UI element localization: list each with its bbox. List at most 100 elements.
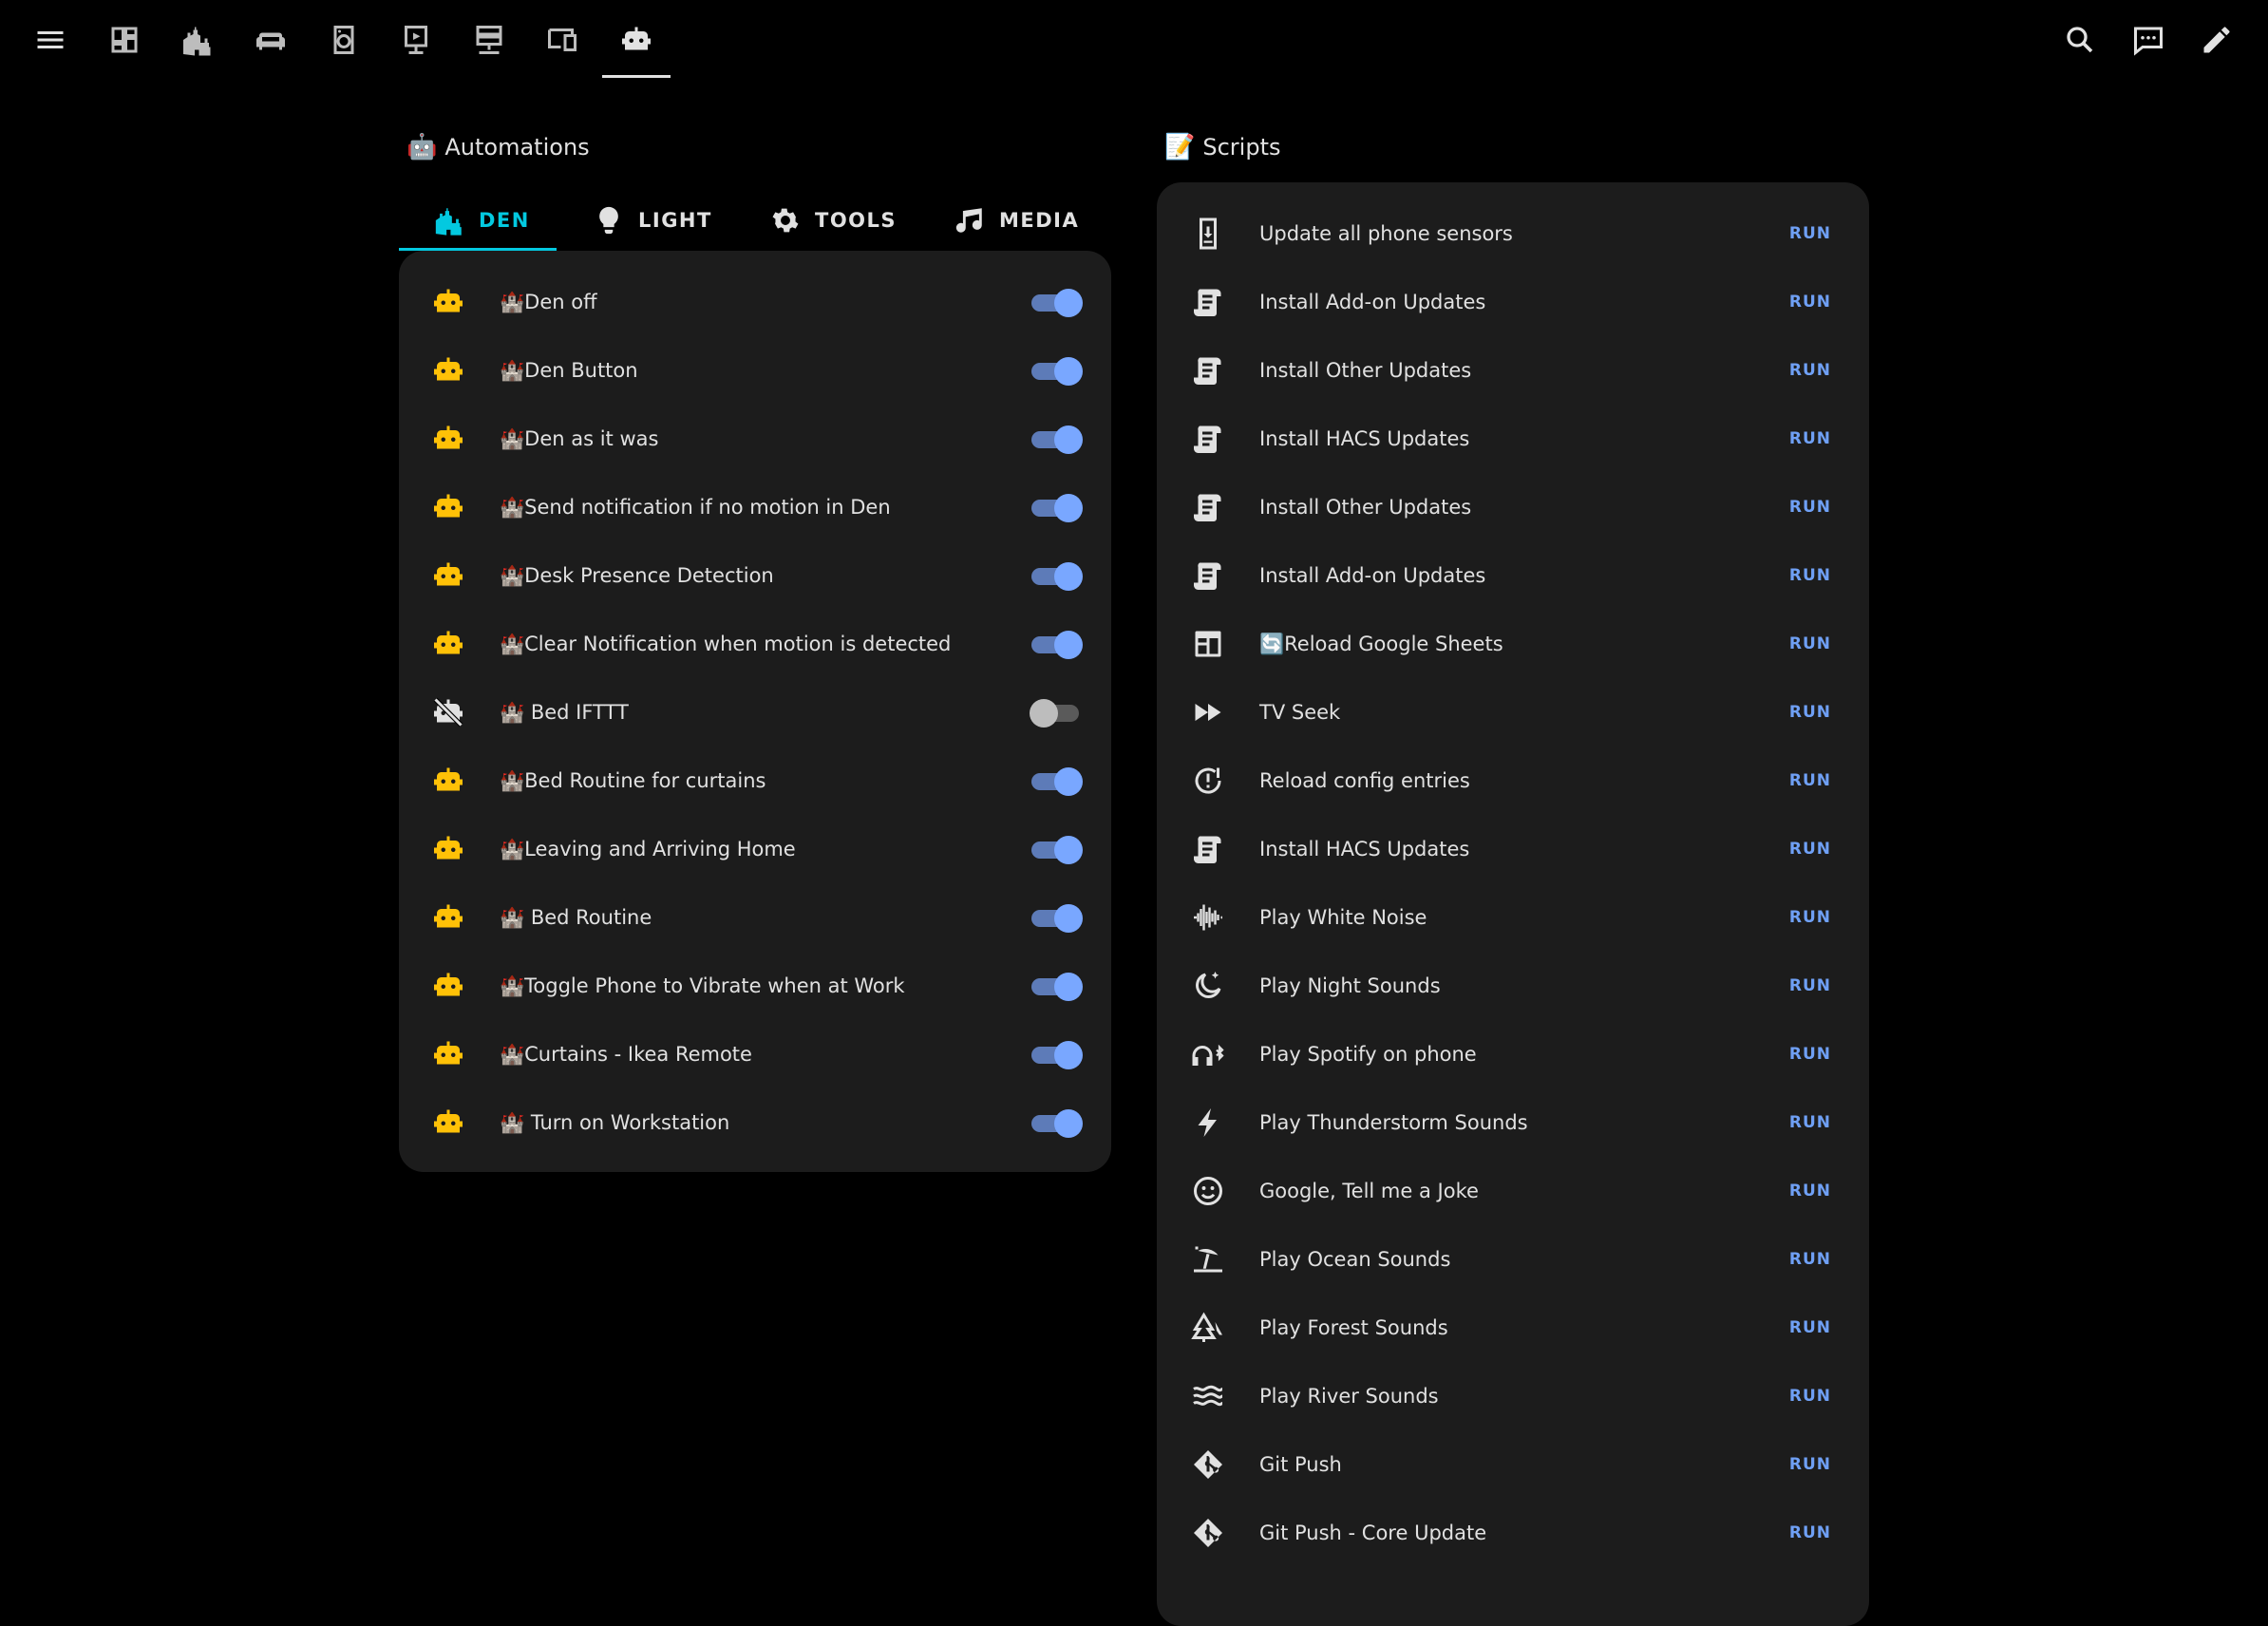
run-button[interactable]: RUN xyxy=(1789,634,1831,653)
script-row[interactable]: Update all phone sensors RUN xyxy=(1157,199,1869,268)
robot-icon[interactable] xyxy=(429,1104,467,1142)
automation-row[interactable]: 🏰Send notification if no motion in Den xyxy=(399,473,1111,541)
script-row[interactable]: Play Thunderstorm Sounds RUN xyxy=(1157,1088,1869,1157)
tab-media[interactable]: MEDIA xyxy=(954,190,1079,251)
fast-forward-icon[interactable] xyxy=(1189,693,1227,731)
pine-tree-icon[interactable] xyxy=(1189,1309,1227,1347)
run-button[interactable]: RUN xyxy=(1789,293,1831,312)
script-icon[interactable] xyxy=(1189,557,1227,595)
sofa-icon[interactable] xyxy=(242,11,299,68)
automation-toggle[interactable] xyxy=(1030,288,1083,317)
automation-row[interactable]: 🏰Leaving and Arriving Home xyxy=(399,815,1111,883)
script-label[interactable]: Install Add-on Updates xyxy=(1259,564,1485,587)
automation-toggle[interactable] xyxy=(1030,1108,1083,1138)
run-button[interactable]: RUN xyxy=(1789,361,1831,380)
automation-row[interactable]: 🏰Clear Notification when motion is detec… xyxy=(399,610,1111,678)
automation-label[interactable]: 🏰Send notification if no motion in Den xyxy=(500,496,891,520)
automation-row[interactable]: 🏰 Bed IFTTT xyxy=(399,678,1111,747)
script-row[interactable]: Git Push - Core Update RUN xyxy=(1157,1499,1869,1567)
script-row[interactable]: Play Spotify on phone RUN xyxy=(1157,1020,1869,1088)
lightning-icon[interactable] xyxy=(1189,1104,1227,1142)
moon-icon[interactable] xyxy=(1189,967,1227,1005)
script-row[interactable]: Install Other Updates RUN xyxy=(1157,336,1869,405)
run-button[interactable]: RUN xyxy=(1789,703,1831,722)
robot-off-icon[interactable] xyxy=(429,693,467,731)
automation-toggle[interactable] xyxy=(1030,356,1083,386)
robot-icon[interactable] xyxy=(429,283,467,321)
automation-toggle[interactable] xyxy=(1030,972,1083,1001)
headphones-bluetooth-icon[interactable] xyxy=(1189,1035,1227,1073)
robot-icon[interactable] xyxy=(429,488,467,526)
pencil-icon[interactable] xyxy=(2188,11,2245,68)
script-row[interactable]: Git Push RUN xyxy=(1157,1430,1869,1499)
automation-row[interactable]: 🏰Desk Presence Detection xyxy=(399,541,1111,610)
script-row[interactable]: Install Other Updates RUN xyxy=(1157,473,1869,541)
robot-icon[interactable] xyxy=(429,1035,467,1073)
script-label[interactable]: Git Push xyxy=(1259,1453,1342,1476)
clock-alert-icon[interactable] xyxy=(1189,762,1227,800)
script-icon[interactable] xyxy=(1189,283,1227,321)
run-button[interactable]: RUN xyxy=(1789,566,1831,585)
robot-icon[interactable] xyxy=(429,420,467,458)
search-icon[interactable] xyxy=(2051,11,2108,68)
git-icon[interactable] xyxy=(1189,1514,1227,1552)
script-label[interactable]: Reload config entries xyxy=(1259,769,1470,792)
waveform-icon[interactable] xyxy=(1189,898,1227,936)
robot-icon[interactable] xyxy=(429,967,467,1005)
script-label[interactable]: Install HACS Updates xyxy=(1259,427,1469,450)
automation-label[interactable]: 🏰 Turn on Workstation xyxy=(500,1111,729,1135)
robot-icon[interactable] xyxy=(429,625,467,663)
automation-row[interactable]: 🏰Bed Routine for curtains xyxy=(399,747,1111,815)
tab-den[interactable]: DEN xyxy=(433,190,530,251)
script-row[interactable]: TV Seek RUN xyxy=(1157,678,1869,747)
script-row[interactable]: Google, Tell me a Joke RUN xyxy=(1157,1157,1869,1225)
script-row[interactable]: Install HACS Updates RUN xyxy=(1157,815,1869,883)
robot-icon[interactable] xyxy=(429,762,467,800)
script-row[interactable]: Play White Noise RUN xyxy=(1157,883,1869,952)
server-icon[interactable] xyxy=(461,11,518,68)
run-button[interactable]: RUN xyxy=(1789,1250,1831,1269)
run-button[interactable]: RUN xyxy=(1789,771,1831,790)
script-row[interactable]: Install HACS Updates RUN xyxy=(1157,405,1869,473)
script-label[interactable]: Install Add-on Updates xyxy=(1259,291,1485,313)
script-label[interactable]: Install Other Updates xyxy=(1259,496,1471,519)
run-button[interactable]: RUN xyxy=(1789,840,1831,859)
script-label[interactable]: Play Ocean Sounds xyxy=(1259,1248,1450,1271)
automation-row[interactable]: 🏰 Turn on Workstation xyxy=(399,1088,1111,1157)
script-label[interactable]: TV Seek xyxy=(1259,701,1340,724)
automation-label[interactable]: 🏰Den as it was xyxy=(500,427,658,451)
dashboard-icon[interactable] xyxy=(96,11,153,68)
run-button[interactable]: RUN xyxy=(1789,1113,1831,1132)
script-label[interactable]: Play Thunderstorm Sounds xyxy=(1259,1111,1528,1134)
automation-toggle[interactable] xyxy=(1030,698,1083,728)
theater-icon[interactable] xyxy=(387,11,444,68)
waves-icon[interactable] xyxy=(1189,1377,1227,1415)
robot-icon[interactable] xyxy=(429,898,467,936)
automation-toggle[interactable] xyxy=(1030,493,1083,522)
script-label[interactable]: Play Night Sounds xyxy=(1259,974,1441,997)
robot-icon[interactable] xyxy=(429,557,467,595)
run-button[interactable]: RUN xyxy=(1789,1523,1831,1542)
run-button[interactable]: RUN xyxy=(1789,1387,1831,1406)
automation-label[interactable]: 🏰Den off xyxy=(500,291,597,314)
run-button[interactable]: RUN xyxy=(1789,1045,1831,1064)
washer-icon[interactable] xyxy=(315,11,372,68)
run-button[interactable]: RUN xyxy=(1789,976,1831,995)
script-label[interactable]: Play White Noise xyxy=(1259,906,1427,929)
script-label[interactable]: Git Push - Core Update xyxy=(1259,1522,1486,1544)
automation-label[interactable]: 🏰Bed Routine for curtains xyxy=(500,769,766,793)
automation-toggle[interactable] xyxy=(1030,766,1083,796)
script-row[interactable]: Play River Sounds RUN xyxy=(1157,1362,1869,1430)
automation-label[interactable]: 🏰Leaving and Arriving Home xyxy=(500,838,796,861)
automation-label[interactable]: 🏰 Bed IFTTT xyxy=(500,701,629,725)
automation-label[interactable]: 🏰Clear Notification when motion is detec… xyxy=(500,633,951,656)
automation-toggle[interactable] xyxy=(1030,425,1083,454)
smiley-icon[interactable] xyxy=(1189,1172,1227,1210)
automation-row[interactable]: 🏰Den as it was xyxy=(399,405,1111,473)
script-label[interactable]: Google, Tell me a Joke xyxy=(1259,1180,1479,1202)
script-row[interactable]: Play Night Sounds RUN xyxy=(1157,952,1869,1020)
script-row[interactable]: Reload config entries RUN xyxy=(1157,747,1869,815)
automation-toggle[interactable] xyxy=(1030,903,1083,933)
automation-toggle[interactable] xyxy=(1030,835,1083,864)
script-label[interactable]: Play River Sounds xyxy=(1259,1385,1439,1408)
